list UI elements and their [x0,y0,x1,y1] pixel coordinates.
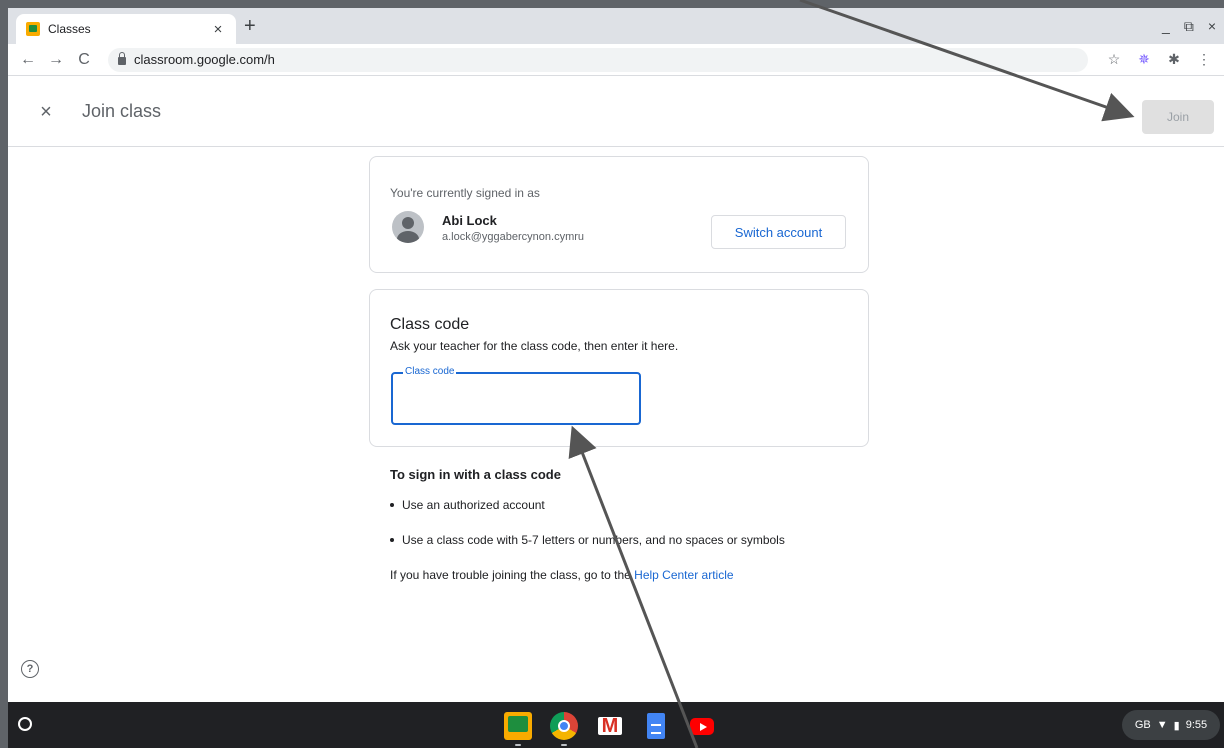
forward-arrow-icon[interactable]: → [44,51,68,69]
join-button[interactable]: Join [1142,100,1214,134]
class-code-field-label: Class code [403,366,457,377]
bookmark-star-icon[interactable]: ☆ [1102,51,1126,68]
help-footer-text: If you have trouble joining the class, g… [390,568,635,582]
url-text: classroom.google.com/h [134,52,275,67]
window-controls: _ ⧉ × [1162,18,1216,35]
gmail-app-icon[interactable] [596,712,624,740]
tab-title: Classes [48,22,91,36]
class-code-card: Class code Ask your teacher for the clas… [369,289,869,447]
user-name: Abi Lock [442,213,497,228]
shelf-apps [504,712,716,746]
minimize-icon[interactable]: _ [1162,18,1170,35]
window-close-icon[interactable]: × [1208,18,1216,35]
avatar [392,211,424,243]
restore-icon[interactable]: ⧉ [1184,18,1194,35]
lock-icon [118,51,126,65]
docs-app-icon[interactable] [642,712,670,740]
browser-toolbar: ← → C classroom.google.com/h ☆ ✵ ✱ ⋮ [8,44,1224,76]
switch-account-button[interactable]: Switch account [711,215,846,249]
address-bar[interactable]: classroom.google.com/h [108,47,1088,72]
extension-icon[interactable]: ✵ [1132,51,1156,68]
reload-icon[interactable]: C [72,51,96,69]
tab-classes[interactable]: Classes × [16,14,236,44]
youtube-app-icon[interactable] [688,712,716,740]
chromeos-shelf: GB ▼ ▮ 9:55 [8,702,1224,748]
new-tab-button[interactable]: + [244,16,256,36]
help-footer: If you have trouble joining the class, g… [390,568,734,582]
user-email: a.lock@yggabercynon.cymru [442,231,585,243]
class-code-field[interactable]: Class code [391,366,641,425]
help-title: To sign in with a class code [390,467,561,482]
browser-menu-icon[interactable]: ⋮ [1192,51,1216,68]
launcher-icon[interactable] [18,717,32,731]
account-card: You're currently signed in as Abi Lock a… [369,156,869,273]
chrome-app-icon[interactable] [550,712,578,746]
status-tray[interactable]: GB ▼ ▮ 9:55 [1122,710,1220,740]
join-class-header: × Join class Join [8,76,1224,147]
help-item: Use a class code with 5-7 letters or num… [390,533,785,547]
close-icon[interactable]: × [34,100,58,124]
class-code-input[interactable] [403,388,629,410]
help-item: Use an authorized account [390,498,545,512]
browser-window: Classes × + _ ⧉ × ← → C classroom.google… [8,8,1224,748]
class-code-description: Ask your teacher for the class code, the… [390,339,679,353]
tab-strip: Classes × + _ ⧉ × [8,8,1224,44]
class-code-title: Class code [390,316,470,333]
help-icon[interactable]: ? [21,660,39,678]
bullet-icon [390,503,394,507]
tab-close-icon[interactable]: × [210,21,226,38]
wifi-icon: ▼ [1156,719,1168,731]
page-title: Join class [82,101,162,121]
battery-icon: ▮ [1173,719,1180,732]
classroom-app-icon[interactable] [504,712,532,746]
classroom-favicon-icon [26,22,40,36]
help-item-text: Use a class code with 5-7 letters or num… [402,533,785,547]
locale-indicator: GB [1134,719,1151,731]
help-center-link[interactable]: Help Center article [634,568,733,582]
help-item-text: Use an authorized account [402,498,545,512]
back-arrow-icon[interactable]: ← [16,51,40,69]
signed-in-label: You're currently signed in as [390,186,540,200]
extensions-puzzle-icon[interactable]: ✱ [1162,51,1186,68]
bullet-icon [390,538,394,542]
clock: 9:55 [1185,719,1208,731]
